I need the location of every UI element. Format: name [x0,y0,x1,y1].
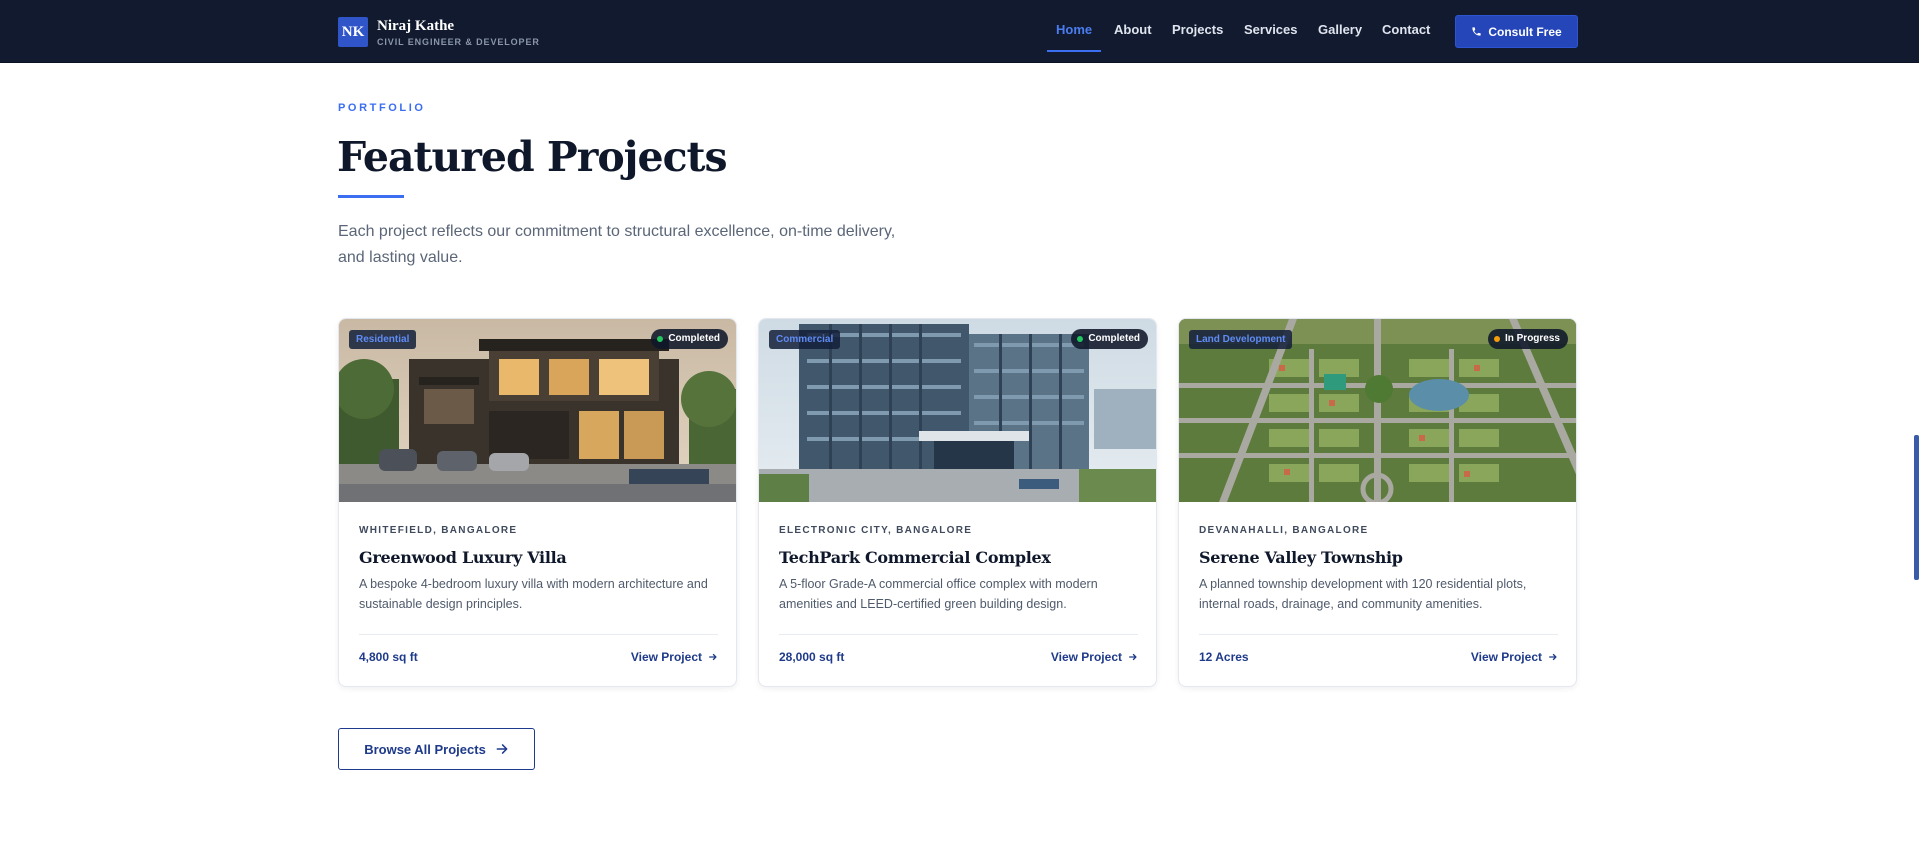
card-divider [1199,634,1558,635]
scrollbar-thumb[interactable] [1914,435,1919,580]
project-description: A bespoke 4-bedroom luxury villa with mo… [359,577,708,611]
status-badge: Completed [651,329,728,349]
project-card[interactable]: Land Development In Progress DEVANAHALLI… [1178,318,1577,687]
status-dot-icon [657,336,664,342]
arrow-right-icon [1549,653,1557,661]
project-card[interactable]: Commercial Completed ELECTRONIC CITY, BA… [758,318,1157,687]
project-area: 12 Acres [1199,650,1249,664]
active-nav-indicator [1047,50,1101,52]
arrow-right-icon [709,653,717,661]
browse-all-projects-label: Browse All Projects [364,741,486,757]
brand-logo: NK [338,17,368,47]
nav-item-contact[interactable]: Contact [1382,0,1430,62]
card-body: ELECTRONIC CITY, BANGALORE TechPark Comm… [779,502,1138,614]
project-location: ELECTRONIC CITY, BANGALORE [779,525,973,536]
project-location: DEVANAHALLI, BANGALORE [1199,525,1369,536]
nav-item-about[interactable]: About [1114,0,1152,62]
status-label: In Progress [1504,333,1560,344]
project-card[interactable]: Residential Completed WHITEFIELD, BANGAL… [338,318,737,687]
top-navigation-bar: NK Niraj Kathe CIVIL ENGINEER & DEVELOPE… [0,0,1919,63]
category-badge: Commercial [769,330,841,349]
project-area: 4,800 sq ft [359,650,418,664]
project-image-commercial: Commercial Completed [759,319,1156,502]
project-area: 28,000 sq ft [779,650,845,664]
arrow-right-icon [496,744,508,754]
view-project-link[interactable]: View Project [1471,650,1558,664]
view-project-link[interactable]: View Project [631,650,718,664]
project-image-villa: Residential Completed [339,319,736,502]
project-title[interactable]: Greenwood Luxury Villa [359,548,718,567]
card-body: DEVANAHALLI, BANGALORE Serene Valley Tow… [1199,502,1558,614]
project-description: A planned township development with 120 … [1199,577,1527,611]
status-dot-icon [1077,336,1084,342]
view-project-label: View Project [630,650,702,664]
status-label: Completed [1088,333,1140,344]
status-badge: In Progress [1487,329,1568,349]
section-eyebrow: PORTFOLIO [338,102,426,114]
status-badge: Completed [1071,329,1148,349]
view-project-link[interactable]: View Project [1051,650,1138,664]
brand[interactable]: NK Niraj Kathe CIVIL ENGINEER & DEVELOPE… [338,17,540,47]
nav-item-services[interactable]: Services [1244,0,1298,62]
section-title: Featured Projects [337,133,728,181]
project-title[interactable]: TechPark Commercial Complex [779,548,1138,567]
consult-free-button[interactable]: Consult Free [1455,15,1578,48]
category-badge: Land Development [1189,330,1293,349]
category-badge: Residential [349,330,417,349]
view-project-label: View Project [1470,650,1542,664]
card-body: WHITEFIELD, BANGALORE Greenwood Luxury V… [359,502,718,614]
nav-item-projects[interactable]: Projects [1172,0,1223,62]
nav-item-gallery[interactable]: Gallery [1318,0,1362,62]
project-title[interactable]: Serene Valley Township [1199,548,1558,567]
view-project-label: View Project [1050,650,1122,664]
nav-item-home[interactable]: Home [1056,0,1092,62]
consult-free-label: Consult Free [1488,24,1562,39]
card-divider [779,634,1138,635]
project-description: A 5-floor Grade-A commercial office comp… [779,577,1098,611]
section-lead: Each project reflects our commitment to … [338,223,896,266]
project-location: WHITEFIELD, BANGALORE [359,525,518,536]
card-divider [359,634,718,635]
browse-all-projects-button[interactable]: Browse All Projects [338,728,535,770]
status-label: Completed [668,333,720,344]
phone-icon [1472,27,1481,36]
brand-text: Niraj Kathe CIVIL ENGINEER & DEVELOPER [377,18,540,47]
brand-subtitle: CIVIL ENGINEER & DEVELOPER [377,36,540,47]
project-image-township: Land Development In Progress [1179,319,1576,502]
title-accent-bar [338,195,404,198]
status-dot-icon [1493,336,1500,342]
brand-name: Niraj Kathe [377,17,455,34]
arrow-right-icon [1129,653,1137,661]
